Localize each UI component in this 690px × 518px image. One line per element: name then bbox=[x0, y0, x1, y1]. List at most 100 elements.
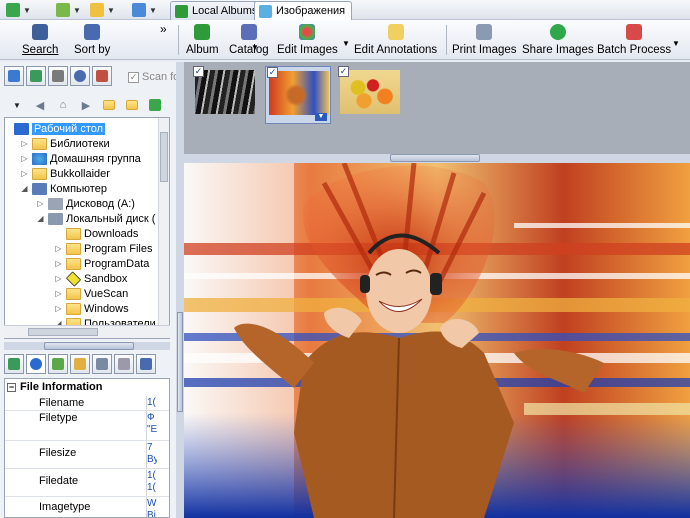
edit-images-button[interactable]: Edit Images bbox=[277, 22, 338, 58]
tools-button[interactable]: ▼ bbox=[56, 2, 81, 18]
folder-tree: Рабочий стол ▷ Библиотеки ▷ Домашняя групп… bbox=[4, 117, 170, 339]
album-button[interactable]: Album bbox=[186, 22, 219, 58]
expand-arrow-icon[interactable]: ▷ bbox=[20, 154, 29, 163]
view-button[interactable]: ▼ bbox=[132, 2, 157, 18]
scan-checkbox[interactable]: ✓ Scan fo bbox=[128, 71, 179, 83]
horizontal-splitter[interactable] bbox=[184, 154, 690, 163]
tree-item[interactable]: ▷ Дисковод (A:) bbox=[36, 196, 135, 211]
disk-icon bbox=[48, 212, 63, 225]
tree-item[interactable]: Downloads bbox=[54, 226, 138, 241]
tab-histogram[interactable] bbox=[92, 354, 112, 374]
tree-vertical-scrollbar[interactable] bbox=[158, 118, 169, 338]
print-images-label: Print Images bbox=[452, 44, 517, 56]
tree-item[interactable]: ▷ Домашняя группа bbox=[20, 151, 141, 166]
splitter-handle[interactable] bbox=[44, 342, 134, 350]
collapse-arrow-icon[interactable]: ◢ bbox=[20, 184, 29, 193]
scroll-thumb[interactable] bbox=[28, 328, 98, 336]
tab-favorites[interactable] bbox=[26, 66, 46, 86]
desktop-icon bbox=[14, 122, 29, 135]
tab-exif[interactable] bbox=[114, 354, 134, 374]
tree-item-desktop[interactable]: Рабочий стол bbox=[14, 121, 106, 136]
expand-arrow-icon[interactable]: ▷ bbox=[54, 304, 63, 313]
expand-arrow-icon[interactable]: ▷ bbox=[54, 274, 63, 283]
tab-history[interactable] bbox=[70, 66, 90, 86]
tree-horizontal-scrollbar[interactable] bbox=[4, 325, 170, 338]
homegroup-icon bbox=[32, 152, 47, 165]
collapse-arrow-icon[interactable]: ◢ bbox=[36, 214, 45, 223]
thumbnail[interactable]: ✓ bbox=[337, 66, 403, 118]
tree-item[interactable]: ▷ Sandbox bbox=[54, 270, 127, 287]
expand-arrow-icon[interactable]: ▷ bbox=[54, 259, 63, 268]
share-images-button[interactable]: Share Images bbox=[522, 22, 594, 58]
scroll-thumb[interactable] bbox=[160, 132, 168, 182]
tree-item[interactable]: ◢ Локальный диск ( bbox=[36, 211, 155, 226]
tree-item[interactable]: ▷ Bukkollaider bbox=[20, 166, 110, 181]
open-folder-icon[interactable] bbox=[125, 98, 139, 112]
batch-process-button[interactable]: Batch Process bbox=[597, 22, 671, 58]
edit-annotations-button[interactable]: Edit Annotations bbox=[354, 22, 437, 58]
tree-item-label: VueScan bbox=[84, 287, 129, 300]
search-label: Search bbox=[22, 44, 59, 56]
tab-metadata[interactable] bbox=[48, 354, 68, 374]
image-icon bbox=[259, 4, 272, 18]
catalog-button[interactable]: Catalog bbox=[229, 22, 269, 58]
info-header[interactable]: − File Information bbox=[7, 381, 103, 393]
tree-item[interactable]: ▷ Program Files bbox=[54, 241, 152, 256]
image-preview[interactable] bbox=[184, 163, 690, 518]
tree-item-label: Windows bbox=[84, 302, 129, 315]
tree-item[interactable]: ▷ Windows bbox=[54, 301, 129, 316]
vertical-splitter[interactable] bbox=[176, 62, 184, 518]
folder-icon bbox=[66, 257, 81, 270]
new-folder-icon[interactable] bbox=[102, 98, 116, 112]
folder-icon bbox=[90, 3, 104, 17]
expand-arrow-icon[interactable]: ▷ bbox=[54, 244, 63, 253]
thumbnail[interactable]: ✓ bbox=[192, 66, 258, 118]
image-icon bbox=[132, 3, 146, 17]
refresh-icon[interactable] bbox=[148, 98, 162, 112]
expand-arrow-icon[interactable]: ▷ bbox=[54, 289, 63, 298]
tab-search[interactable] bbox=[48, 66, 68, 86]
splitter-handle[interactable] bbox=[177, 312, 183, 412]
checkbox-icon[interactable]: ✓ bbox=[338, 66, 349, 77]
dropdown-arrow-icon[interactable]: ▼ bbox=[315, 113, 327, 121]
expand-arrow-icon[interactable]: ▷ bbox=[36, 199, 45, 208]
tab-info[interactable] bbox=[26, 354, 46, 374]
tree-item-label: Downloads bbox=[84, 227, 139, 240]
info-value: 7 By bbox=[147, 442, 157, 465]
dropdown-arrow-icon[interactable]: ▼ bbox=[342, 39, 350, 48]
checkbox-icon[interactable]: ✓ bbox=[193, 66, 204, 77]
tree-item[interactable]: ◢ Компьютер bbox=[20, 181, 107, 196]
expand-arrow-icon[interactable]: ▷ bbox=[20, 169, 29, 178]
sort-by-button[interactable]: Sort by bbox=[74, 22, 110, 58]
home-icon[interactable]: ⌂ bbox=[56, 98, 70, 112]
tree-item[interactable]: ▷ VueScan bbox=[54, 286, 128, 301]
search-button[interactable]: Search bbox=[22, 22, 58, 58]
dropdown-arrow-icon[interactable]: ▼ bbox=[10, 98, 24, 112]
tab-calendar[interactable] bbox=[92, 66, 112, 86]
tab-images[interactable]: Изображения bbox=[254, 1, 353, 20]
open-folder-button[interactable]: ▼ bbox=[90, 2, 115, 18]
splitter-handle[interactable] bbox=[390, 154, 480, 162]
dropdown-arrow-icon[interactable]: ▼ bbox=[672, 39, 680, 48]
new-window-button[interactable]: ▼ bbox=[6, 2, 31, 18]
tab-properties[interactable] bbox=[136, 354, 156, 374]
tree-item[interactable]: ▷ Библиотеки bbox=[20, 136, 110, 151]
checkbox-icon[interactable]: ✓ bbox=[267, 67, 278, 78]
overflow-chevron-icon[interactable]: » bbox=[160, 22, 167, 36]
dropdown-arrow-icon[interactable]: ▼ bbox=[251, 43, 259, 52]
tab-folders[interactable] bbox=[4, 66, 24, 86]
tab-preview[interactable] bbox=[4, 354, 24, 374]
panel-splitter[interactable] bbox=[4, 342, 170, 350]
print-images-button[interactable]: Print Images bbox=[452, 22, 517, 58]
expand-arrow-icon[interactable]: ▷ bbox=[20, 139, 29, 148]
back-arrow-icon[interactable]: ◀ bbox=[33, 98, 47, 112]
collapse-box-icon[interactable]: − bbox=[7, 382, 16, 392]
dropdown-arrow-icon: ▼ bbox=[107, 5, 115, 15]
info-row: Filesize 7 By bbox=[5, 441, 169, 469]
histogram-icon bbox=[96, 358, 108, 370]
tab-local-albums[interactable]: Local Albums bbox=[170, 1, 265, 20]
forward-arrow-icon[interactable]: ▶ bbox=[79, 98, 93, 112]
tree-item[interactable]: ▷ ProgramData bbox=[54, 256, 149, 271]
thumbnail-selected[interactable]: ✓ ▼ bbox=[265, 66, 331, 124]
tab-annotation[interactable] bbox=[70, 354, 90, 374]
